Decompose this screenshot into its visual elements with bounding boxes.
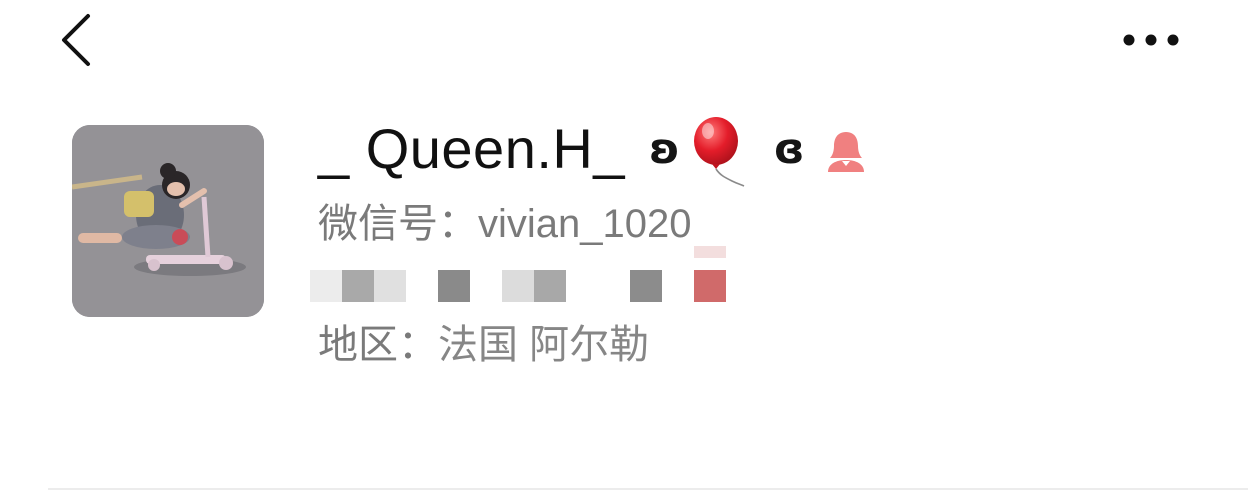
region-row: 地区：法国 阿尔勒	[318, 320, 1198, 370]
pixel-block	[342, 270, 374, 302]
region-label: 地区：	[318, 323, 438, 367]
pixel-block	[310, 270, 342, 302]
pixel-block	[694, 246, 726, 258]
chevron-left-icon	[62, 14, 90, 66]
pixel-block	[534, 270, 566, 302]
nickname-decoration-right: ɞ	[773, 123, 805, 173]
pixel-block	[374, 270, 406, 302]
wechat-id-label: 微信号：	[318, 202, 478, 246]
back-button[interactable]	[52, 10, 104, 70]
more-dots-icon	[1123, 34, 1179, 46]
balloon-emoji-icon	[686, 117, 750, 187]
pixelated-status	[310, 246, 1198, 320]
nickname-row: _ Queen.H_ ʚ ɞ	[318, 108, 1198, 188]
avatar[interactable]	[72, 125, 264, 317]
divider	[48, 488, 1248, 490]
nickname: _ Queen.H_	[318, 116, 625, 180]
pixel-block	[694, 270, 726, 302]
pixel-block	[502, 270, 534, 302]
region-value: 法国 阿尔勒	[438, 323, 650, 367]
pixel-block	[438, 270, 470, 302]
nickname-decoration-left: ʚ	[648, 123, 680, 173]
more-button[interactable]	[1118, 22, 1184, 58]
wechat-id-value: vivian_1020	[478, 202, 692, 246]
avatar-photo	[72, 125, 264, 317]
female-user-icon	[822, 128, 870, 176]
pixel-block	[630, 270, 662, 302]
wechat-id-row[interactable]: 微信号：vivian_1020	[318, 200, 1198, 248]
profile-info: _ Queen.H_ ʚ ɞ 微信号：vivian_1020 地区：法国 阿尔勒	[310, 108, 1198, 370]
